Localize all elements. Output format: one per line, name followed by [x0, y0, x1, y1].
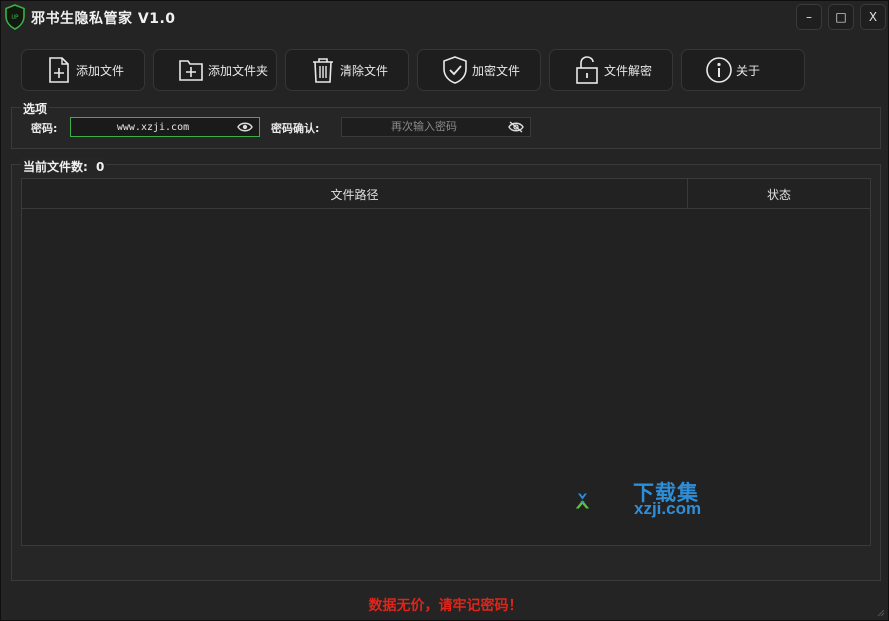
clear-files-button[interactable]: 清除文件: [285, 49, 409, 91]
add-folder-label: 添加文件夹: [208, 63, 269, 78]
file-count-label: 当前文件数:: [23, 160, 88, 174]
add-file-button[interactable]: 添加文件: [21, 49, 145, 91]
column-header-path[interactable]: 文件路径: [22, 179, 688, 209]
add-file-label: 添加文件: [76, 63, 125, 78]
file-count-value: 0: [96, 160, 105, 174]
decrypt-files-label: 文件解密: [604, 63, 653, 78]
eye-off-icon[interactable]: [508, 121, 524, 133]
maximize-button[interactable]: □: [828, 4, 854, 30]
title-bar: UP 邪书生隐私管家 V1.0 – □ X: [1, 1, 888, 35]
encrypt-files-button[interactable]: 加密文件: [417, 49, 541, 91]
password-field-box: [70, 117, 260, 137]
info-icon: [704, 55, 734, 85]
svg-text:UP: UP: [11, 14, 19, 21]
close-button[interactable]: X: [860, 4, 886, 30]
password-warning: 数据无价，请牢记密码！: [368, 598, 523, 614]
password-input[interactable]: [71, 118, 259, 136]
decrypt-files-button[interactable]: 文件解密: [549, 49, 673, 91]
confirm-password-input[interactable]: [342, 118, 530, 136]
options-title: 选项: [21, 100, 50, 117]
unlock-icon: [572, 55, 602, 85]
about-label: 关于: [736, 63, 761, 78]
file-table[interactable]: 文件路径 状态: [21, 178, 871, 546]
shield-check-icon: [440, 55, 470, 85]
resize-grip-icon[interactable]: [875, 607, 885, 617]
add-folder-button[interactable]: 添加文件夹: [153, 49, 277, 91]
table-header: 文件路径 状态: [22, 179, 870, 209]
file-add-icon: [44, 55, 74, 85]
shield-logo-icon: UP: [5, 4, 25, 30]
password-label: 密码:: [31, 122, 58, 135]
watermark-logo-icon: [575, 493, 590, 509]
encrypt-files-label: 加密文件: [472, 63, 521, 78]
watermark-url: xzji.com: [634, 499, 702, 518]
folder-add-icon: [176, 55, 206, 85]
confirm-field-box: [341, 117, 531, 137]
app-window: UP 邪书生隐私管家 V1.0 – □ X 添加文件 添加文件夹 清除文件 加密…: [0, 0, 889, 621]
column-header-status[interactable]: 状态: [688, 179, 870, 209]
confirm-password-label: 密码确认:: [271, 122, 320, 135]
trash-icon: [308, 55, 338, 85]
file-count-title: 当前文件数: 0: [21, 158, 107, 175]
clear-files-label: 清除文件: [340, 63, 389, 78]
eye-icon[interactable]: [237, 121, 253, 133]
about-button[interactable]: 关于: [681, 49, 805, 91]
minimize-button[interactable]: –: [796, 4, 822, 30]
window-title: 邪书生隐私管家 V1.0: [31, 11, 176, 27]
